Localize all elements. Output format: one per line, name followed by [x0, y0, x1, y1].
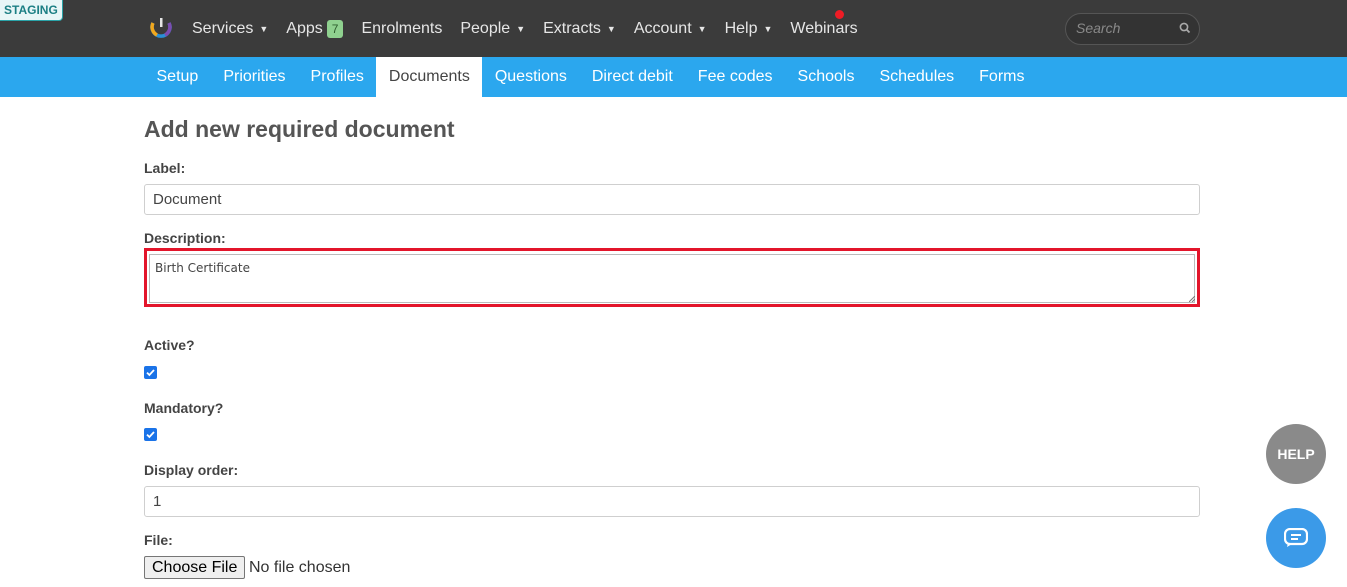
nav-services-label: Services	[192, 19, 254, 37]
nav-apps[interactable]: Apps 7	[286, 19, 344, 38]
nav-help-label: Help	[724, 19, 758, 37]
tab-setup[interactable]: Setup	[144, 57, 211, 97]
apps-count-badge: 7	[326, 19, 344, 38]
file-status-text: No file chosen	[249, 559, 351, 576]
tab-direct-debit[interactable]: Direct debit	[579, 57, 685, 97]
nav-services[interactable]: Services ▼	[192, 20, 268, 38]
page-title: Add new required document	[144, 116, 455, 142]
subnav-tabs: Setup Priorities Profiles Documents Question…	[144, 57, 1037, 97]
search-icon[interactable]	[1178, 21, 1192, 35]
tab-documents[interactable]: Documents	[376, 57, 483, 97]
display-order-field-label: Display order:	[144, 462, 239, 478]
tab-fee-codes[interactable]: Fee codes	[685, 57, 785, 97]
display-order-input[interactable]	[144, 486, 1200, 517]
nav-people-label: People	[460, 19, 511, 37]
chat-icon	[1284, 528, 1308, 547]
tab-schedules[interactable]: Schedules	[867, 57, 967, 97]
nav-account-label: Account	[633, 19, 692, 37]
nav-account[interactable]: Account ▼	[634, 20, 707, 38]
checkmark-icon	[146, 369, 155, 377]
caret-down-icon: ▼	[259, 23, 269, 34]
mandatory-checkbox[interactable]	[144, 428, 157, 441]
nav-enrolments-label: Enrolments	[361, 19, 443, 37]
caret-down-icon: ▼	[697, 23, 707, 34]
chat-widget-button[interactable]	[1266, 508, 1326, 568]
help-widget-button[interactable]: HELP	[1266, 424, 1326, 484]
top-navbar: STAGING Services ▼ Apps 7 Enrolments Peo…	[0, 0, 1347, 57]
nav-webinars-label: Webinars	[790, 19, 858, 37]
active-field-label: Active?	[144, 337, 195, 353]
search-box	[1065, 13, 1200, 45]
description-highlight: Birth Certificate	[144, 248, 1200, 307]
main-nav: Services ▼ Apps 7 Enrolments People ▼ Ex…	[192, 0, 876, 57]
label-field-label: Label:	[144, 160, 186, 176]
caret-down-icon: ▼	[763, 23, 773, 34]
tab-schools[interactable]: Schools	[785, 57, 867, 97]
nav-apps-label: Apps	[286, 19, 323, 37]
sub-navbar: Setup Priorities Profiles Documents Question…	[0, 57, 1347, 97]
tab-profiles[interactable]: Profiles	[298, 57, 376, 97]
checkmark-icon	[146, 431, 155, 439]
notification-dot	[835, 10, 844, 19]
mandatory-field-label: Mandatory?	[144, 400, 224, 416]
label-input[interactable]	[144, 184, 1200, 215]
file-field-label: File:	[144, 532, 173, 548]
nav-webinars[interactable]: Webinars	[790, 20, 857, 38]
description-textarea[interactable]: Birth Certificate	[149, 254, 1195, 303]
nav-people[interactable]: People ▼	[460, 20, 525, 38]
caret-down-icon: ▼	[606, 23, 616, 34]
nav-extracts[interactable]: Extracts ▼	[543, 20, 616, 38]
caret-down-icon: ▼	[516, 23, 526, 34]
choose-file-button[interactable]: Choose File	[144, 556, 246, 579]
tab-forms[interactable]: Forms	[967, 57, 1037, 97]
description-field-label: Description:	[144, 230, 226, 246]
tab-priorities[interactable]: Priorities	[211, 57, 298, 97]
nav-extracts-label: Extracts	[543, 19, 601, 37]
app-logo-icon[interactable]	[148, 14, 174, 40]
active-checkbox[interactable]	[144, 366, 157, 379]
search-input[interactable]	[1076, 20, 1176, 36]
resize-grip-icon[interactable]	[1189, 296, 1195, 302]
staging-badge: STAGING	[0, 0, 63, 21]
tab-questions[interactable]: Questions	[482, 57, 579, 97]
nav-enrolments[interactable]: Enrolments	[361, 20, 442, 38]
nav-help[interactable]: Help ▼	[725, 20, 773, 38]
